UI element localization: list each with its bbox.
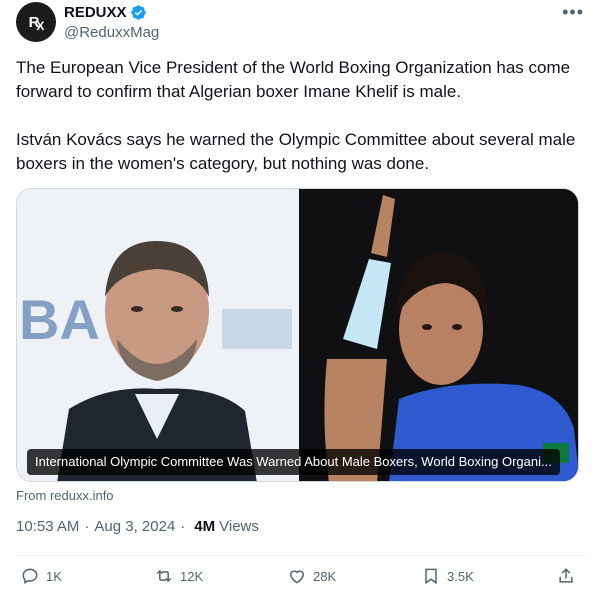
reply-button[interactable]: 1K xyxy=(20,566,62,586)
tweet-date[interactable]: Aug 3, 2024 xyxy=(94,518,175,535)
avatar-letter-x: X xyxy=(36,19,44,33)
avatar[interactable]: RX xyxy=(16,2,56,42)
repost-count: 12K xyxy=(180,568,204,584)
tweet-paragraph-2: István Kovács says he warned the Olympic… xyxy=(16,130,576,173)
repost-icon xyxy=(156,569,172,583)
tweet-paragraph-1: The European Vice President of the World… xyxy=(16,58,571,101)
boxer-photo xyxy=(299,189,578,481)
bookmark-count: 3.5K xyxy=(447,568,474,584)
more-icon[interactable]: ••• xyxy=(562,2,584,23)
meta-separator: · xyxy=(84,518,90,535)
meta-separator-2: · xyxy=(180,518,186,535)
tweet-text: The European Vice President of the World… xyxy=(16,56,588,176)
bookmark-icon xyxy=(425,568,437,585)
reply-count: 1K xyxy=(46,568,62,584)
tweet-time[interactable]: 10:53 AM xyxy=(16,518,79,535)
views-label: Views xyxy=(219,518,259,535)
link-card[interactable]: BA International Olympic Committee Was W… xyxy=(16,188,579,482)
repost-button[interactable]: 12K xyxy=(154,566,203,586)
share-button[interactable] xyxy=(556,566,582,586)
tweet-meta: 10:53 AM · Aug 3, 2024 · 4M Views xyxy=(16,518,259,535)
card-image-speaker: BA xyxy=(17,189,299,481)
verified-badge-icon xyxy=(130,5,146,20)
like-count: 28K xyxy=(313,568,337,584)
share-icon xyxy=(559,568,573,583)
divider xyxy=(16,555,586,556)
card-source[interactable]: From reduxx.info xyxy=(16,488,114,503)
card-image-boxer xyxy=(299,189,578,481)
author-name-row: REDUXX xyxy=(64,4,147,21)
svg-text:BA: BA xyxy=(19,288,100,351)
tweet-header: RX REDUXX @ReduxxMag ••• xyxy=(16,2,586,48)
heart-icon xyxy=(289,570,305,584)
action-bar: 1K 12K 28K 3.5K xyxy=(16,566,586,592)
reply-icon xyxy=(22,568,38,585)
like-button[interactable]: 28K xyxy=(287,566,336,586)
bookmark-button[interactable]: 3.5K xyxy=(421,566,474,586)
author-name[interactable]: REDUXX xyxy=(64,4,127,21)
speaker-photo: BA xyxy=(17,189,299,481)
author-handle[interactable]: @ReduxxMag xyxy=(64,24,159,41)
views-count: 4M xyxy=(194,518,216,535)
card-title[interactable]: International Olympic Committee Was Warn… xyxy=(27,449,560,475)
